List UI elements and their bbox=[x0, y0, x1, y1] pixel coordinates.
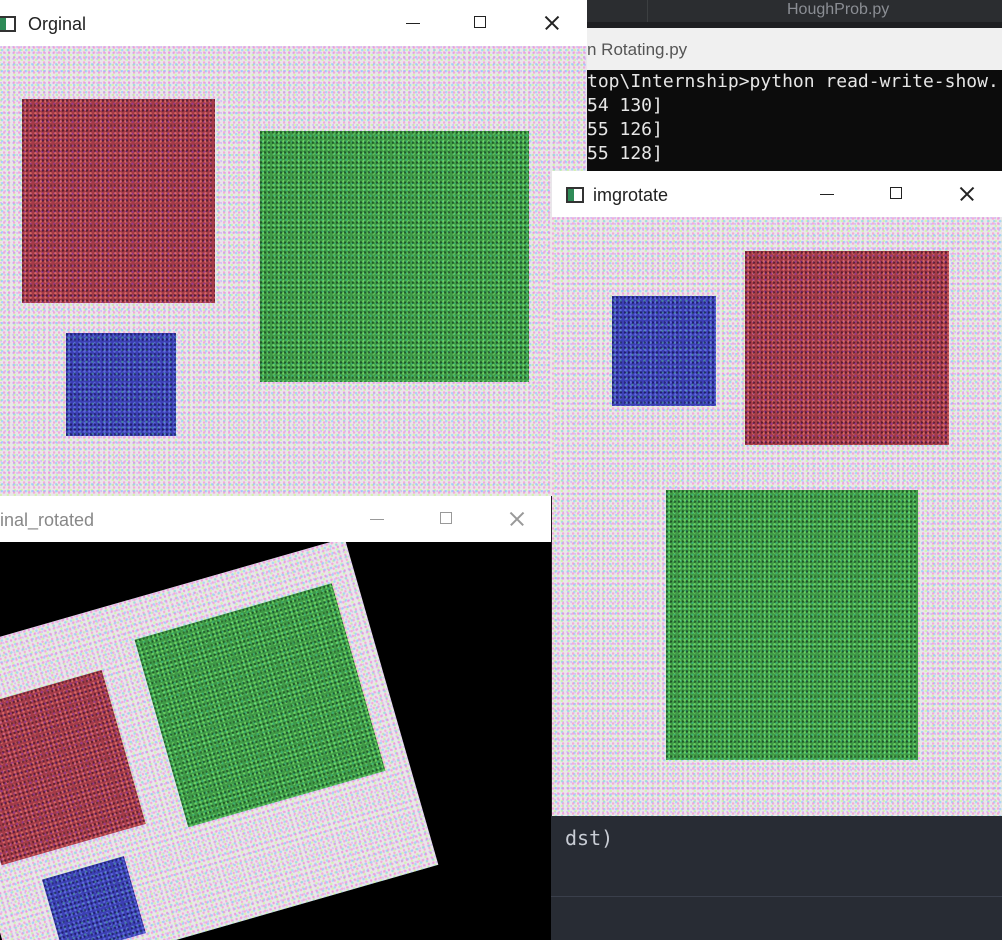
terminal-line: 54 130] bbox=[587, 95, 663, 116]
editor-title-text: n Rotating.py bbox=[587, 40, 688, 59]
window-title: Orginal bbox=[28, 14, 87, 34]
blue-square bbox=[612, 296, 716, 406]
maximize-icon[interactable] bbox=[460, 8, 500, 38]
terminal-line: 55 128] bbox=[587, 143, 663, 164]
blue-square bbox=[42, 856, 146, 940]
code-line: dst) bbox=[565, 826, 614, 850]
app-icon bbox=[566, 187, 584, 203]
window-title: imgrotate bbox=[593, 185, 669, 205]
minimize-icon[interactable] bbox=[356, 504, 396, 534]
editor-divider bbox=[551, 896, 1002, 897]
close-icon[interactable] bbox=[496, 504, 536, 534]
terminal-line: 55 126] bbox=[587, 119, 663, 140]
tab-houghprob[interactable]: HoughProb.py bbox=[787, 0, 889, 22]
minimize-icon[interactable] bbox=[806, 179, 846, 209]
title-bar[interactable]: imgrotate bbox=[552, 171, 1002, 217]
app-icon bbox=[0, 16, 16, 32]
rotated-image bbox=[0, 542, 439, 940]
terminal-line: top\Internship>python read-write-show. bbox=[587, 71, 999, 92]
maximize-icon[interactable] bbox=[876, 179, 916, 209]
editor-title-bar: n Rotating.py bbox=[587, 28, 1002, 70]
maximize-icon[interactable] bbox=[426, 504, 466, 534]
terminal-output: top\Internship>python read-write-show. 5… bbox=[587, 70, 1002, 180]
window-rotated[interactable]: inal_rotated bbox=[0, 496, 551, 940]
close-icon[interactable] bbox=[946, 179, 986, 209]
code-editor-pane[interactable]: dst) bbox=[551, 816, 1002, 940]
window-original[interactable]: Orginal bbox=[0, 0, 587, 496]
green-square bbox=[260, 131, 529, 382]
tab-separator bbox=[647, 0, 648, 22]
green-square bbox=[666, 490, 918, 760]
title-bar[interactable]: Orginal bbox=[0, 0, 587, 46]
red-square bbox=[0, 670, 146, 866]
image-canvas bbox=[552, 217, 1002, 816]
green-square bbox=[134, 583, 386, 828]
image-canvas bbox=[0, 542, 551, 940]
close-icon[interactable] bbox=[531, 8, 571, 38]
image-canvas bbox=[0, 46, 587, 496]
red-square bbox=[745, 251, 949, 445]
window-title: inal_rotated bbox=[0, 510, 95, 530]
title-bar[interactable]: inal_rotated bbox=[0, 496, 551, 542]
red-square bbox=[22, 99, 215, 303]
window-imgrotate[interactable]: imgrotate bbox=[552, 171, 1002, 816]
blue-square bbox=[66, 333, 176, 436]
minimize-icon[interactable] bbox=[392, 8, 432, 38]
editor-tab-bar: HoughProb.py bbox=[587, 0, 1002, 22]
